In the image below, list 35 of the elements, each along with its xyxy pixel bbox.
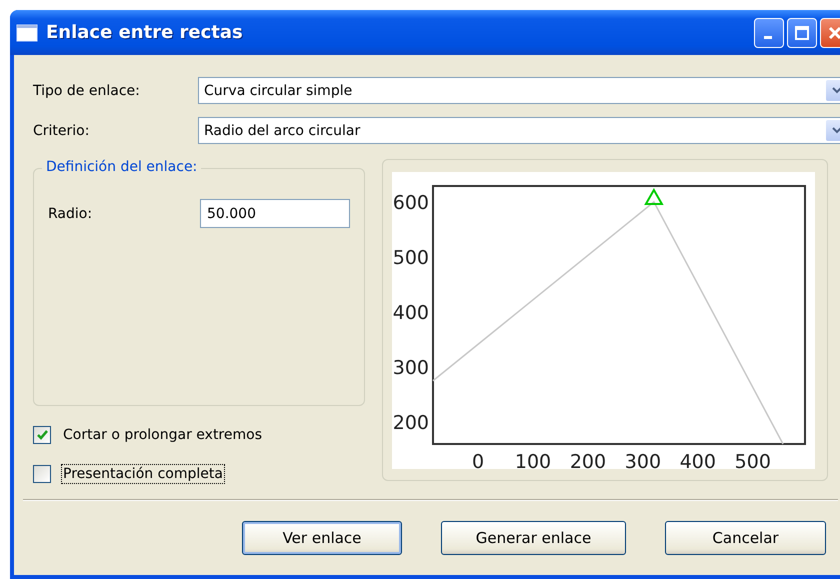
checkbox[interactable]	[33, 426, 51, 444]
dialog-button[interactable]: Cancelar	[665, 521, 826, 555]
dialog-button[interactable]: Generar enlace	[441, 521, 626, 555]
y-tick-label: 400	[392, 302, 429, 324]
maximize-button[interactable]	[787, 18, 817, 48]
x-tick-label: 200	[570, 451, 606, 469]
y-tick-label: 600	[392, 192, 429, 214]
field-label: Tipo de enlace:	[33, 82, 141, 98]
triangle-marker	[644, 188, 664, 205]
minimize-icon	[764, 36, 774, 40]
chevron-icon	[832, 87, 840, 94]
minimize-button[interactable]	[754, 18, 784, 48]
window-title: Enlace entre rectas	[46, 22, 243, 43]
x-tick-label: 0	[472, 451, 484, 469]
field-label: Radio:	[48, 206, 94, 222]
dropdown[interactable]: Curva circular simple	[198, 77, 840, 104]
y-tick-label: 300	[392, 356, 429, 379]
chevron-icon	[832, 127, 840, 134]
window-icon	[16, 24, 38, 42]
field-label: Criterio:	[33, 122, 90, 138]
input-field[interactable]: 50.000	[200, 199, 350, 228]
checkbox-label[interactable]: Cortar o prolongar extremos	[61, 425, 264, 445]
dialog-button[interactable]: Ver enlace	[242, 521, 402, 555]
x-tick-label: 500	[734, 451, 771, 469]
close-icon	[828, 26, 840, 40]
check-icon	[36, 430, 48, 440]
checkbox-label[interactable]: Presentación completa	[61, 464, 225, 484]
checkbox[interactable]	[33, 465, 51, 483]
x-tick-label: 100	[514, 451, 552, 469]
maximize-icon	[795, 26, 809, 40]
dropdown[interactable]: Radio del arco circular	[198, 117, 840, 144]
x-tick-label: 400	[680, 451, 716, 469]
x-tick-label: 300	[624, 451, 662, 469]
y-tick-label: 200	[392, 412, 429, 434]
y-tick-label: 500	[392, 246, 429, 269]
